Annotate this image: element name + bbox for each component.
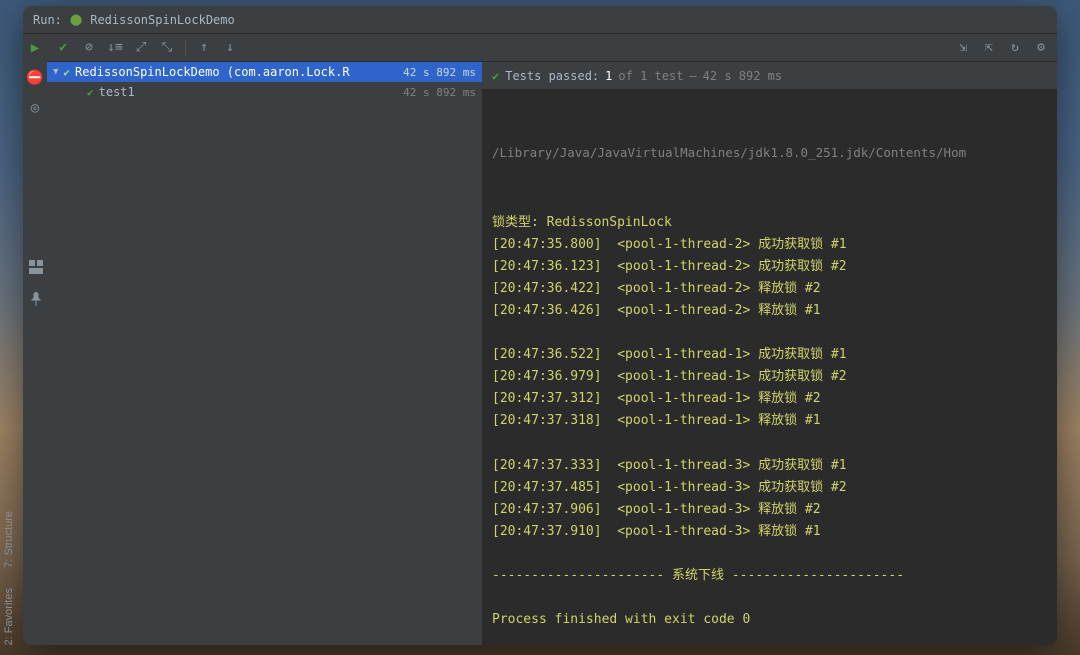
console-line: [20:47:37.312] <pool-1-thread-1> 释放锁 #2 [492, 388, 1047, 410]
console-line: [20:47:37.485] <pool-1-thread-3> 成功获取锁 #… [492, 477, 1047, 499]
check-icon: ✔ [492, 69, 499, 83]
console-panel: ✔ Tests passed: 1 of 1 test – 42 s 892 m… [482, 62, 1057, 645]
check-icon: ✔ [63, 66, 70, 79]
show-passed-icon[interactable]: ✔ [55, 40, 71, 56]
console-line: [20:47:36.522] <pool-1-thread-1> 成功获取锁 #… [492, 344, 1047, 366]
test-root-time: 42 s 892 ms [403, 66, 476, 79]
console-line: [20:47:36.422] <pool-1-thread-2> 释放锁 #2 [492, 278, 1047, 300]
vertical-tab-favorites[interactable]: 2: Favorites [3, 588, 15, 645]
console-line [492, 433, 1047, 455]
tests-time: 42 s 892 ms [703, 69, 782, 83]
target-icon[interactable]: ◎ [27, 100, 43, 116]
history-icon[interactable]: ↻ [1007, 40, 1023, 56]
chevron-down-icon[interactable]: ▼ [53, 67, 58, 77]
export-icon[interactable]: ⇱ [981, 40, 997, 56]
console-output[interactable]: /Library/Java/JavaVirtualMachines/jdk1.8… [482, 90, 1057, 645]
run-config-icon: ⬤ [70, 13, 82, 26]
tests-passed-count: 1 [605, 69, 612, 83]
console-line: [20:47:37.906] <pool-1-thread-3> 释放锁 #2 [492, 499, 1047, 521]
test-child-row[interactable]: ✔ test1 42 s 892 ms [47, 82, 482, 102]
test-root-row[interactable]: ▼ ✔ RedissonSpinLockDemo (com.aaron.Lock… [47, 62, 482, 82]
navigate-down-icon[interactable]: ↓ [222, 40, 238, 56]
console-line: [20:47:37.318] <pool-1-thread-1> 释放锁 #1 [492, 410, 1047, 432]
test-child-time: 42 s 892 ms [403, 86, 476, 99]
console-line [492, 587, 1047, 609]
check-icon: ✔ [87, 86, 94, 99]
test-root-name: RedissonSpinLockDemo (com.aaron.Lock.R [75, 65, 350, 79]
settings-icon[interactable]: ⚙ [1033, 40, 1049, 56]
console-line: [20:47:36.979] <pool-1-thread-1> 成功获取锁 #… [492, 366, 1047, 388]
run-gutter: ▶ ⛔ ◎ [23, 34, 47, 645]
console-line [492, 322, 1047, 344]
console-line: 锁类型: RedissonSpinLock [492, 212, 1047, 234]
stop-icon[interactable]: ⛔ [27, 70, 43, 86]
run-label: Run: [33, 13, 62, 27]
console-line: [20:47:36.426] <pool-1-thread-2> 释放锁 #1 [492, 300, 1047, 322]
pin-icon[interactable] [27, 290, 45, 308]
console-line: Process finished with exit code 0 [492, 609, 1047, 631]
run-tab-title[interactable]: RedissonSpinLockDemo [90, 13, 235, 27]
tests-passed-label: Tests passed: [505, 69, 599, 83]
tests-total-text: of 1 test [618, 69, 683, 83]
console-line: [20:47:36.123] <pool-1-thread-2> 成功获取锁 #… [492, 256, 1047, 278]
title-bar: Run: ⬤ RedissonSpinLockDemo [23, 6, 1057, 34]
rerun-icon[interactable]: ▶ [27, 40, 43, 56]
console-line [492, 543, 1047, 565]
test-child-name: test1 [99, 85, 135, 99]
console-line: [20:47:35.800] <pool-1-thread-2> 成功获取锁 #… [492, 234, 1047, 256]
sort-icon[interactable]: ↓≡ [107, 40, 123, 56]
console-line: [20:47:37.910] <pool-1-thread-3> 释放锁 #1 [492, 521, 1047, 543]
import-icon[interactable]: ⇲ [955, 40, 971, 56]
test-tree[interactable]: ▼ ✔ RedissonSpinLockDemo (com.aaron.Lock… [47, 62, 482, 645]
collapse-icon[interactable]: ⤡ [159, 40, 175, 56]
show-ignored-icon[interactable]: ⊘ [81, 40, 97, 56]
console-status-bar: ✔ Tests passed: 1 of 1 test – 42 s 892 m… [482, 62, 1057, 90]
console-line: ---------------------- 系统下线 ------------… [492, 565, 1047, 587]
dash: – [689, 69, 696, 83]
vertical-tab-structure[interactable]: 7: Structure [3, 511, 15, 568]
jdk-path: /Library/Java/JavaVirtualMachines/jdk1.8… [492, 142, 1047, 163]
console-line: [20:47:37.333] <pool-1-thread-3> 成功获取锁 #… [492, 455, 1047, 477]
navigate-up-icon[interactable]: ↑ [196, 40, 212, 56]
expand-icon[interactable]: ⤢ [133, 40, 149, 56]
layout-icon[interactable] [27, 258, 45, 276]
run-tool-window: Run: ⬤ RedissonSpinLockDemo ▶ ⛔ ◎ ✔ ⊘ ↓≡… [23, 6, 1057, 645]
separator [185, 40, 186, 56]
test-toolbar: ✔ ⊘ ↓≡ ⤢ ⤡ ↑ ↓ ⇲ ⇱ ↻ ⚙ [47, 34, 1057, 62]
